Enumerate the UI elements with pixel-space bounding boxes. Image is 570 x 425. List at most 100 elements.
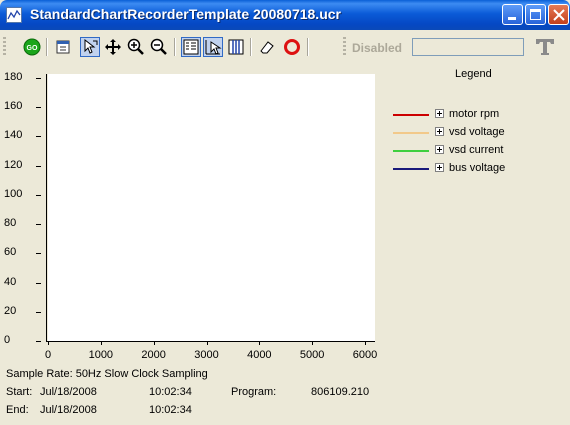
- cursor-mode-button[interactable]: [203, 37, 223, 57]
- zoom-in-icon: [127, 38, 144, 55]
- program-label: Program:: [231, 386, 277, 398]
- x-tick-label: 3000: [194, 349, 219, 361]
- y-tick-mark: [36, 311, 41, 313]
- record-icon: [284, 39, 300, 55]
- legend-item[interactable]: vsd current: [393, 144, 563, 158]
- plot-area[interactable]: [48, 74, 375, 341]
- y-tick-mark: [36, 253, 41, 255]
- end-label: End:: [6, 404, 29, 416]
- go-button[interactable]: GO: [22, 37, 42, 57]
- toolbar-separator: [307, 38, 309, 56]
- x-tick-mark: [153, 341, 155, 345]
- expand-plus-icon[interactable]: [435, 163, 444, 172]
- y-tick-mark: [36, 78, 41, 79]
- legend-view-button[interactable]: [181, 37, 201, 57]
- record-button[interactable]: [282, 37, 302, 57]
- y-tick-label: 80: [4, 217, 17, 230]
- close-icon: [553, 9, 565, 21]
- pan-icon: [105, 39, 121, 55]
- y-tick-mark: [36, 282, 41, 284]
- pointer-select-icon: [84, 38, 98, 54]
- y-tick-label: 100: [4, 187, 23, 200]
- cursor-mode-icon: [205, 40, 222, 55]
- y-tick-mark: [36, 194, 41, 196]
- minimize-button[interactable]: [502, 4, 523, 25]
- y-tick-label: 20: [4, 304, 17, 317]
- chart-app-icon: [6, 7, 22, 23]
- y-tick-label: 180: [4, 71, 23, 83]
- x-axis: [46, 341, 375, 342]
- minimize-icon: [508, 17, 516, 20]
- y-tick-mark: [36, 341, 41, 342]
- y-tick-label: 140: [4, 129, 23, 142]
- text-tool-button[interactable]: [533, 36, 557, 58]
- zoom-out-button[interactable]: [149, 37, 169, 57]
- legend-swatch: [393, 114, 429, 116]
- expand-plus-icon[interactable]: [435, 145, 444, 154]
- end-time: 10:02:34: [149, 404, 192, 416]
- toolbar: GO Disabled: [0, 30, 570, 65]
- legend-item[interactable]: bus voltage: [393, 162, 563, 176]
- eraser-icon: [260, 41, 274, 54]
- title-bar[interactable]: StandardChartRecorderTemplate 20080718.u…: [0, 0, 570, 30]
- legend-item[interactable]: vsd voltage: [393, 126, 563, 140]
- properties-button[interactable]: [54, 37, 74, 57]
- toolbar-grip[interactable]: [343, 37, 346, 57]
- legend-label: bus voltage: [449, 162, 506, 174]
- go-icon: GO: [23, 38, 41, 56]
- y-tick-label: 60: [4, 246, 17, 259]
- y-tick-mark: [36, 107, 41, 109]
- sample-rate-text: Sample Rate: 50Hz Slow Clock Sampling: [6, 368, 208, 380]
- x-tick-mark: [365, 341, 366, 345]
- close-button[interactable]: [548, 4, 569, 25]
- expand-plus-icon[interactable]: [435, 127, 444, 136]
- maximize-button[interactable]: [525, 4, 546, 25]
- x-tick-mark: [259, 341, 261, 345]
- x-tick-mark: [48, 341, 49, 345]
- x-tick-label: 0: [44, 349, 52, 361]
- start-label: Start:: [6, 386, 33, 398]
- legend-view-icon: [183, 39, 199, 55]
- app-window: StandardChartRecorderTemplate 20080718.u…: [0, 0, 570, 425]
- end-date: Jul/18/2008: [40, 404, 97, 416]
- y-tick-mark: [36, 136, 41, 138]
- legend-swatch: [393, 132, 429, 134]
- legend-label: motor rpm: [449, 108, 500, 120]
- legend-title: Legend: [455, 68, 492, 80]
- toolbar-separator: [46, 38, 48, 56]
- toolbar-grip[interactable]: [3, 37, 6, 57]
- toolbar-separator: [174, 38, 176, 56]
- legend-label: vsd voltage: [449, 126, 505, 138]
- y-tick-mark: [36, 165, 41, 167]
- table-view-button[interactable]: [226, 37, 246, 57]
- zoom-out-icon: [150, 38, 167, 55]
- expand-plus-icon[interactable]: [435, 109, 444, 118]
- y-tick-mark: [36, 224, 41, 226]
- maximize-icon: [530, 9, 541, 20]
- text-tool-icon: [536, 39, 554, 55]
- toolbar-separator: [250, 38, 252, 56]
- x-tick-label: 1000: [88, 349, 114, 361]
- legend-swatch: [393, 168, 429, 170]
- eraser-button[interactable]: [257, 37, 277, 57]
- x-tick-label: 4000: [247, 349, 272, 361]
- start-date: Jul/18/2008: [40, 386, 97, 398]
- x-tick-label: 5000: [299, 349, 325, 361]
- legend-label: vsd current: [449, 144, 504, 156]
- x-tick-mark: [312, 341, 314, 345]
- y-tick-label: 120: [4, 158, 23, 171]
- status-field[interactable]: [412, 38, 524, 56]
- x-tick-label: 2000: [141, 349, 166, 361]
- pan-button[interactable]: [103, 37, 123, 57]
- legend-item[interactable]: motor rpm: [393, 108, 563, 122]
- start-time: 10:02:34: [149, 386, 192, 398]
- x-tick-mark: [100, 341, 102, 345]
- properties-icon: [56, 40, 70, 54]
- y-tick-label: 0: [4, 334, 11, 346]
- status-label: Disabled: [352, 41, 403, 55]
- program-value: 806109.210: [311, 386, 370, 398]
- zoom-in-button[interactable]: [126, 37, 146, 57]
- window-title: StandardChartRecorderTemplate 20080718.u…: [30, 6, 341, 22]
- table-view-icon: [228, 39, 244, 55]
- pointer-select-button[interactable]: [80, 37, 100, 57]
